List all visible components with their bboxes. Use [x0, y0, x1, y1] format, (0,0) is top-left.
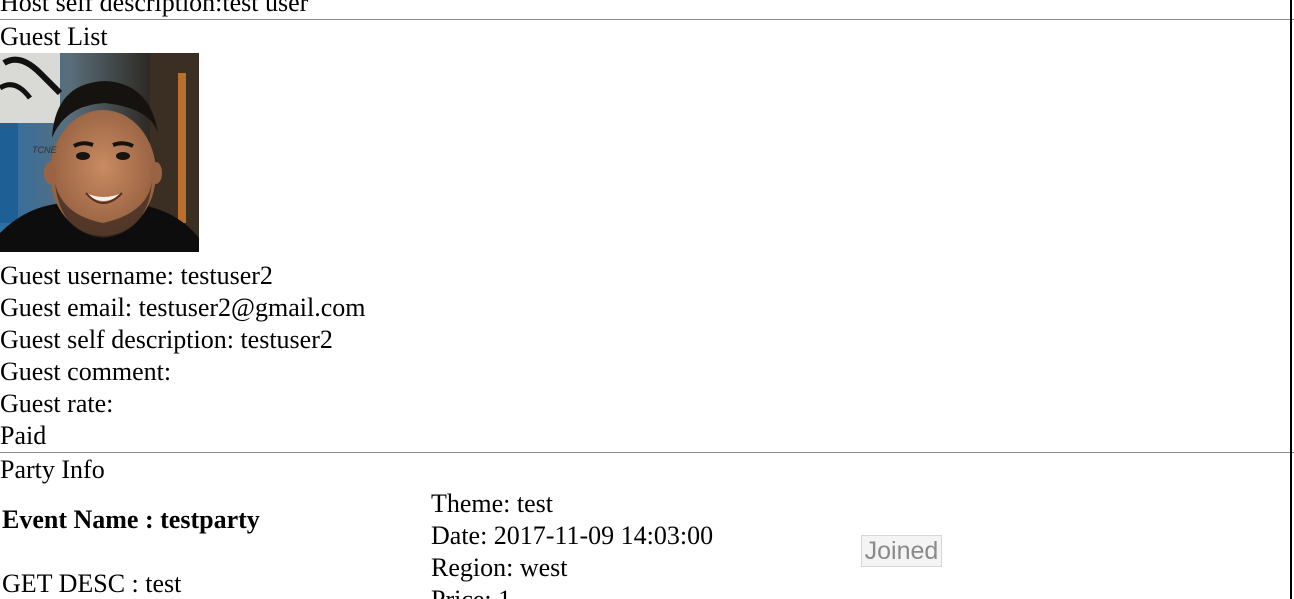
page: Host self description:test user Guest Li… — [0, 0, 1294, 599]
guest-rate: Guest rate: — [0, 389, 114, 418]
guest-comment: Guest comment: — [0, 357, 172, 386]
guest-self-description: Guest self description: testuser2 — [0, 325, 333, 354]
svg-text:TCNE: TCNE — [32, 145, 57, 155]
guest-username: Guest username: testuser2 — [0, 261, 273, 290]
party-region: Region: west — [431, 553, 568, 582]
guest-list-heading: Guest List — [0, 22, 108, 51]
divider-host — [0, 19, 1294, 20]
event-description: GET DESC : test — [2, 569, 182, 598]
page-border-right — [1290, 0, 1292, 599]
joined-button[interactable]: Joined — [861, 535, 942, 567]
party-price: Price: 1 — [431, 584, 511, 599]
party-info-heading: Party Info — [0, 455, 105, 484]
divider-guest — [0, 452, 1294, 453]
party-date: Date: 2017-11-09 14:03:00 — [431, 521, 714, 550]
party-theme: Theme: test — [431, 489, 554, 518]
event-name: Event Name : testparty — [2, 505, 260, 534]
guest-payment-status: Paid — [0, 421, 47, 450]
guest-avatar: TCNE — [0, 53, 199, 252]
host-self-description: Host self description:test user — [0, 0, 309, 17]
guest-email: Guest email: testuser2@gmail.com — [0, 293, 366, 322]
avatar-photo-icon: TCNE — [0, 53, 199, 252]
